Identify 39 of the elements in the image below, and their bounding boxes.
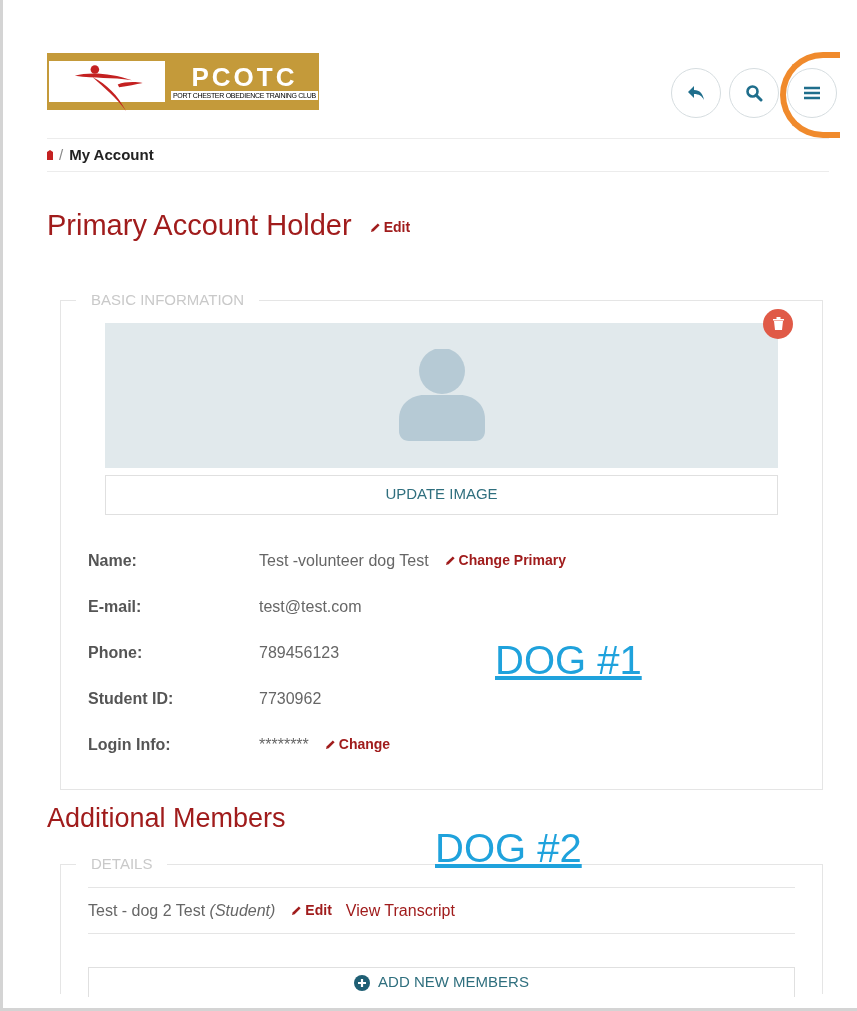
pencil-icon <box>324 739 336 750</box>
breadcrumb-separator: / <box>59 144 64 165</box>
menu-button[interactable] <box>787 68 837 118</box>
field-label: Name: <box>88 550 138 571</box>
field-value: ******** <box>259 734 309 755</box>
section-heading: Primary Account Holder <box>47 208 352 243</box>
back-arrow-icon <box>686 84 706 102</box>
field-label: Login Info: <box>88 734 172 755</box>
field-value: test@test.com <box>259 596 362 617</box>
menu-icon <box>803 85 821 101</box>
annotation-text: DOG #1 <box>495 637 642 684</box>
field-label: Student ID: <box>88 688 175 709</box>
back-button[interactable] <box>671 68 721 118</box>
logo-title: PCOTC <box>191 63 298 91</box>
field-value: Test -volunteer dog Test <box>259 550 429 571</box>
trash-icon <box>772 317 784 330</box>
plus-circle-icon <box>354 974 371 991</box>
field-value: 789456123 <box>259 642 340 663</box>
pencil-icon <box>291 905 303 916</box>
section-heading: Additional Members <box>47 801 287 835</box>
update-image-button[interactable]: UPDATE IMAGE <box>105 474 778 515</box>
field-label: E-mail: <box>88 596 143 617</box>
add-new-members-button[interactable]: ADD NEW MEMBERS <box>88 967 795 997</box>
avatar-placeholder-icon <box>398 349 485 441</box>
breadcrumb-current: My Account <box>69 144 154 165</box>
search-button[interactable] <box>729 68 779 118</box>
field-value: 7730962 <box>259 688 322 709</box>
view-transcript-link[interactable]: View Transcript <box>345 898 455 923</box>
annotation-text: DOG #2 <box>435 825 582 872</box>
field-label: Phone: <box>88 642 144 663</box>
member-name: Test - dog 2 Test (Student) <box>88 900 276 921</box>
edit-link[interactable]: Edit <box>369 217 411 239</box>
delete-image-button[interactable] <box>763 308 793 339</box>
pencil-icon <box>369 222 381 234</box>
pencil-icon <box>444 555 456 566</box>
edit-link[interactable]: Edit <box>291 900 332 921</box>
change-link[interactable]: Change <box>324 734 391 755</box>
search-icon <box>745 84 763 102</box>
change-link[interactable]: Change Primary <box>444 550 566 571</box>
